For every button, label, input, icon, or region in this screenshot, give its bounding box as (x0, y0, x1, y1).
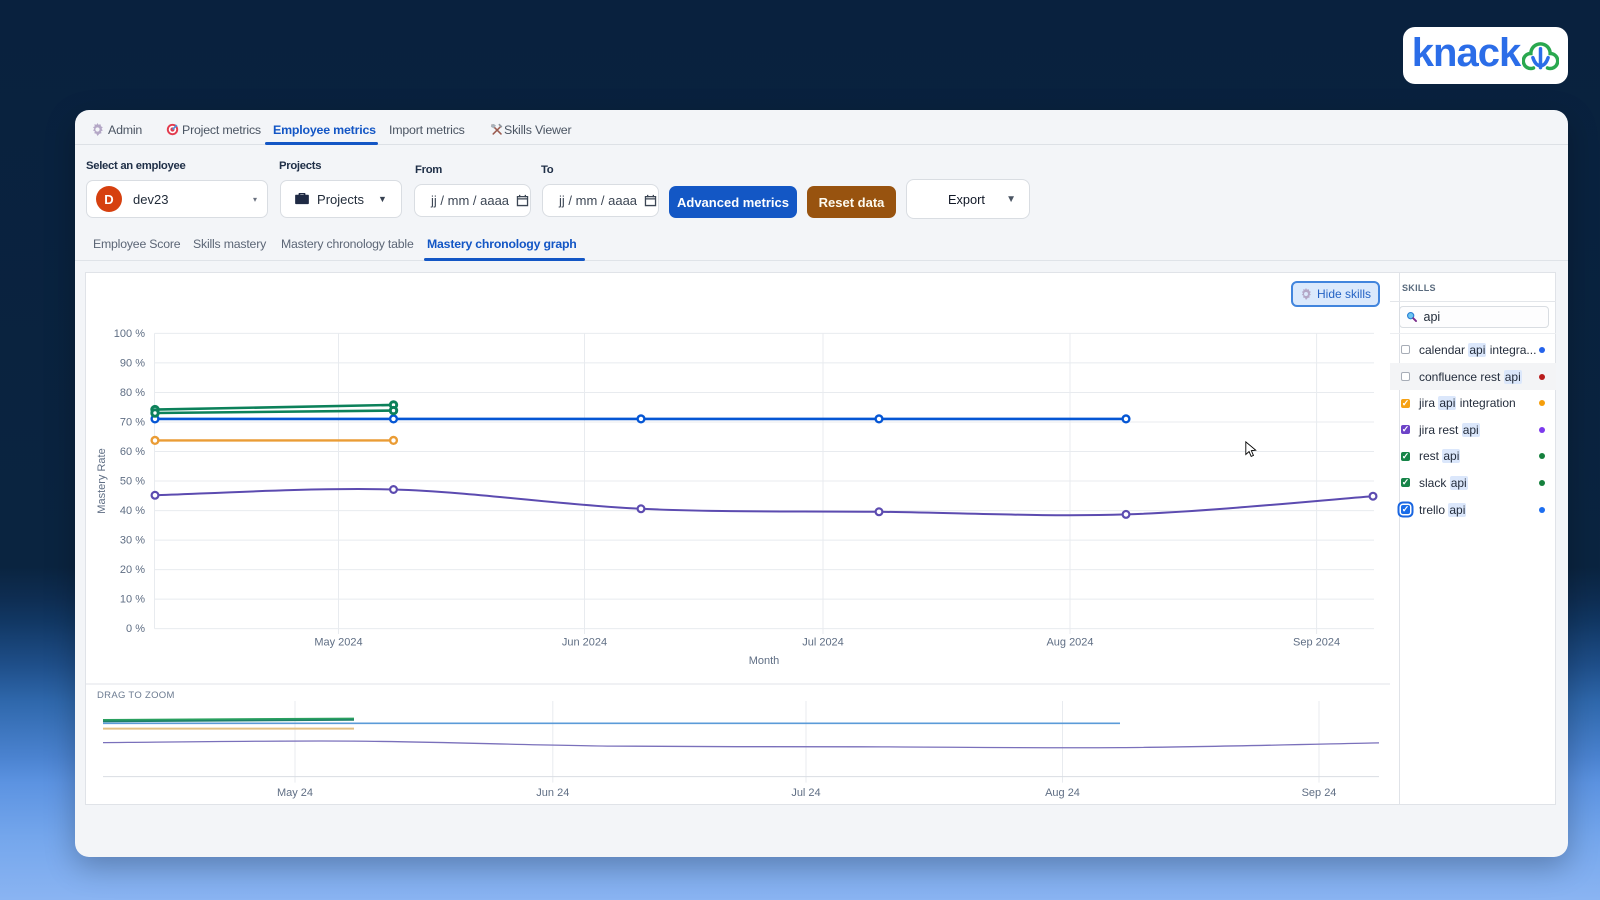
svg-text:May 2024: May 2024 (314, 637, 362, 649)
svg-text:DRAG TO ZOOM: DRAG TO ZOOM (97, 690, 175, 701)
svg-text:Aug 2024: Aug 2024 (1046, 637, 1093, 649)
svg-text:60 %: 60 % (120, 446, 145, 458)
svg-text:30 %: 30 % (120, 535, 145, 547)
svg-text:May 24: May 24 (277, 787, 313, 799)
svg-text:80 %: 80 % (120, 387, 145, 399)
svg-text:Jun 2024: Jun 2024 (562, 637, 607, 649)
svg-text:Sep 24: Sep 24 (1302, 787, 1337, 799)
svg-text:Month: Month (749, 655, 780, 667)
svg-text:10 %: 10 % (120, 594, 145, 606)
svg-text:Sep 2024: Sep 2024 (1293, 637, 1340, 649)
svg-text:20 %: 20 % (120, 564, 145, 576)
svg-text:Jul 24: Jul 24 (791, 787, 820, 799)
svg-text:50 %: 50 % (120, 476, 145, 488)
svg-text:100 %: 100 % (114, 328, 145, 340)
svg-text:Mastery Rate: Mastery Rate (96, 448, 108, 513)
svg-text:Aug 24: Aug 24 (1045, 787, 1080, 799)
svg-text:70 %: 70 % (120, 417, 145, 429)
svg-text:90 %: 90 % (120, 358, 145, 370)
svg-text:Jun 24: Jun 24 (536, 787, 569, 799)
svg-text:Jul 2024: Jul 2024 (802, 637, 844, 649)
svg-text:0 %: 0 % (126, 623, 145, 635)
svg-text:40 %: 40 % (120, 505, 145, 517)
